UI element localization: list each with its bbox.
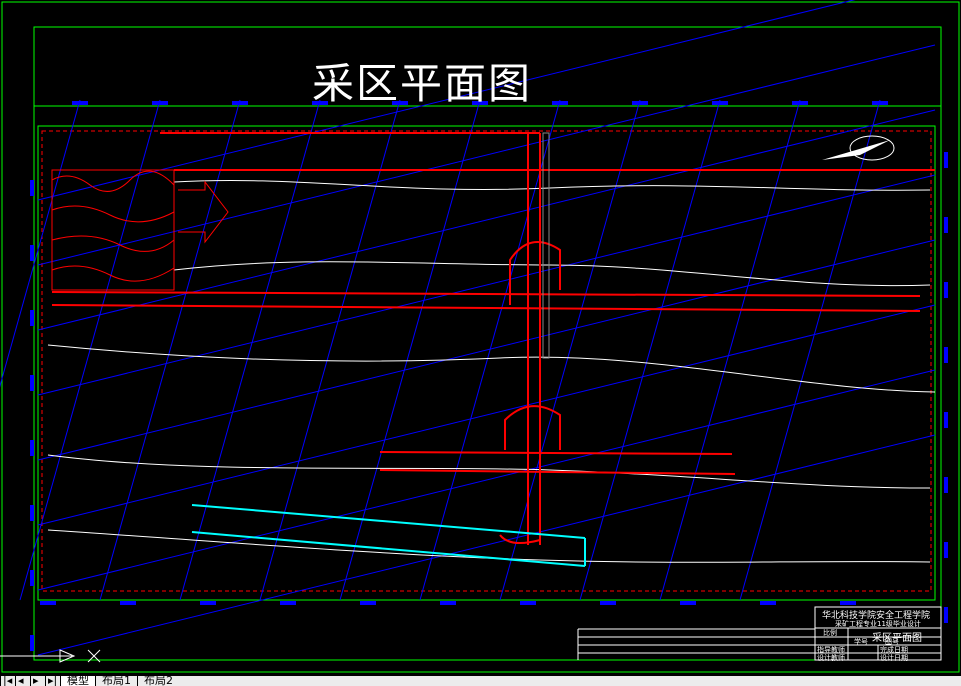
grid-line xyxy=(579,99,721,601)
grid-tick xyxy=(760,601,776,605)
grid-tick xyxy=(944,412,948,428)
grid-tick xyxy=(552,101,568,105)
grid-tick xyxy=(72,101,88,105)
grid-tick xyxy=(632,101,648,105)
scale-label: 比例 xyxy=(823,629,837,637)
grid-tick xyxy=(30,440,34,456)
grid-tick xyxy=(944,282,948,298)
tab-model[interactable]: 模型 xyxy=(60,676,95,686)
grid-tick xyxy=(232,101,248,105)
grid-tick xyxy=(944,607,948,623)
grid-tick xyxy=(30,180,34,196)
grid-tick xyxy=(944,347,948,363)
grid-tick xyxy=(944,152,948,168)
goaf-hatch xyxy=(51,170,175,282)
grid-tick xyxy=(944,542,948,558)
tab-layout1[interactable]: 布局1 xyxy=(95,676,137,686)
grid-line xyxy=(179,99,321,601)
grid-tick xyxy=(152,101,168,105)
grid-tick xyxy=(30,635,34,651)
grid-tick xyxy=(944,217,948,233)
grid-line xyxy=(37,434,936,656)
grid-tick xyxy=(520,601,536,605)
tab-prev-button[interactable]: ◂ xyxy=(15,676,30,686)
cad-drawing-canvas[interactable]: 采区平面图 华北科技学院安全工程学院 采矿工程专业11级毕业设计 采区平面图 比… xyxy=(0,0,961,676)
grid-line xyxy=(259,99,401,601)
grid-tick xyxy=(30,375,34,391)
grid-tick xyxy=(680,601,696,605)
grid-line xyxy=(659,99,801,601)
grid-tick xyxy=(360,601,376,605)
grid-tick xyxy=(792,101,808,105)
grid-tick xyxy=(600,601,616,605)
grid-tick xyxy=(944,477,948,493)
contour-line xyxy=(47,344,936,393)
tab-next-button[interactable]: ▸ xyxy=(30,676,45,686)
contour-line xyxy=(173,179,931,191)
layout-tabs: |◂ ◂ ▸ ▸| 模型 布局1 布局2 xyxy=(0,676,961,686)
inner-frame xyxy=(33,26,942,661)
subtitle: 采矿工程专业11级毕业设计 xyxy=(835,620,921,628)
grid-tick xyxy=(30,310,34,326)
grid-tick xyxy=(872,101,888,105)
student-no-label: 学号 xyxy=(854,638,868,646)
grid-line xyxy=(739,99,881,601)
goaf-area xyxy=(51,169,175,291)
grid-line xyxy=(99,99,241,601)
tab-first-button[interactable]: |◂ xyxy=(0,676,15,686)
drawing-title: 采区平面图 xyxy=(312,59,533,108)
grid-line xyxy=(37,109,936,331)
grid-tick xyxy=(840,601,856,605)
grid-tick xyxy=(712,101,728,105)
grid-tick xyxy=(40,601,56,605)
grid-tick xyxy=(30,570,34,586)
grid-tick xyxy=(120,601,136,605)
tab-layout2[interactable]: 布局2 xyxy=(137,676,179,686)
north-arrow xyxy=(822,135,895,161)
grid-tick xyxy=(280,601,296,605)
grid-tick xyxy=(30,505,34,521)
contour-line xyxy=(173,261,931,287)
grid-tick xyxy=(200,601,216,605)
contour-lines xyxy=(47,179,936,563)
grid-tick xyxy=(440,601,456,605)
grid-line xyxy=(37,239,936,461)
grid-line xyxy=(339,99,481,601)
designer-label: 设计教师 xyxy=(817,654,845,662)
design-date-label: 设计日期 xyxy=(880,654,908,662)
tab-last-button[interactable]: ▸| xyxy=(45,676,60,686)
grid-tick xyxy=(30,245,34,261)
grid-line xyxy=(37,304,936,526)
